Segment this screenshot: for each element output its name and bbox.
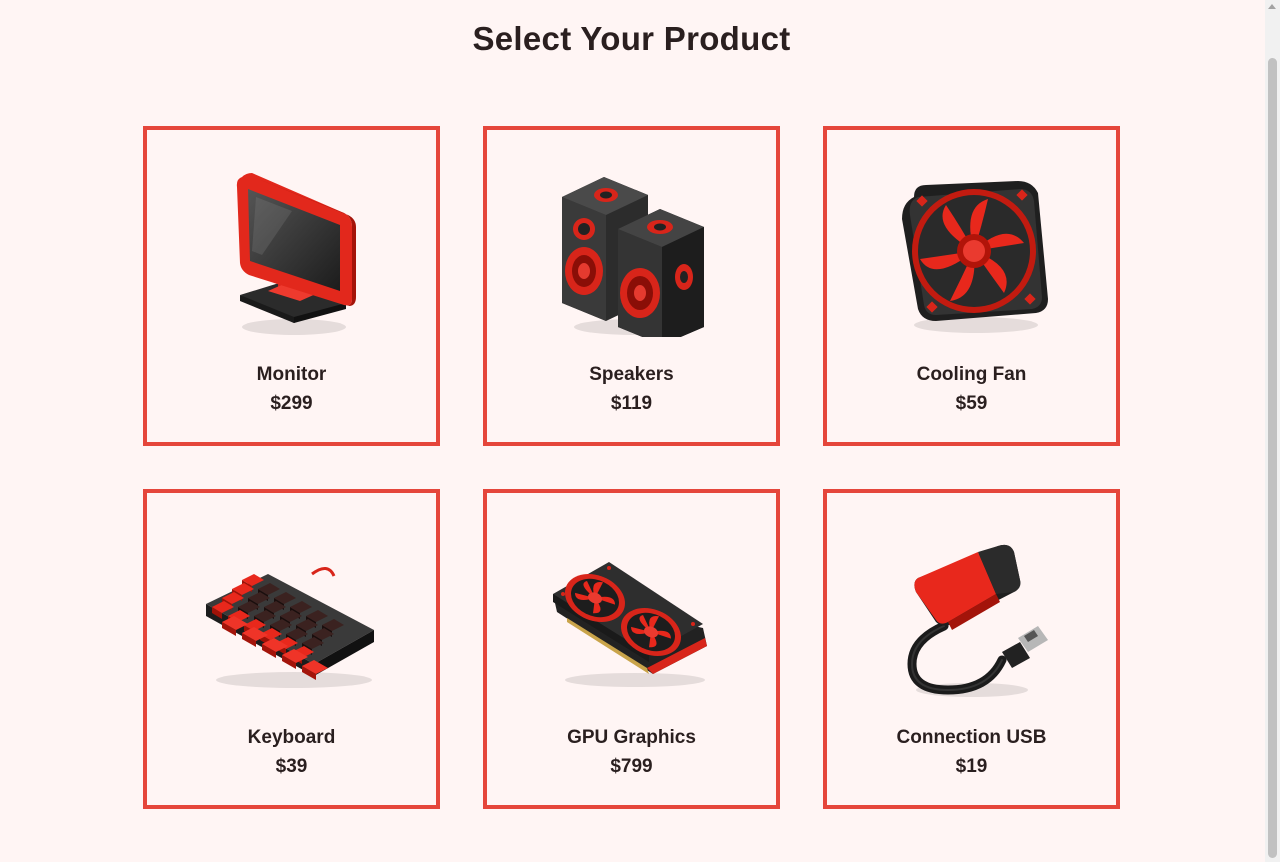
gpu-icon <box>487 525 776 705</box>
usb-cable-icon <box>827 525 1116 705</box>
product-name: Cooling Fan <box>916 364 1027 385</box>
scroll-up-arrow-icon[interactable] <box>1268 4 1276 9</box>
product-card-connection-usb[interactable]: Connection USB $19 <box>823 489 1120 809</box>
product-name: Speakers <box>589 364 674 385</box>
product-price: $59 <box>955 393 988 414</box>
scrollbar-thumb[interactable] <box>1268 58 1277 858</box>
keyboard-icon <box>147 525 436 705</box>
product-card-keyboard[interactable]: Keyboard $39 <box>143 489 440 809</box>
product-name: Monitor <box>256 364 327 385</box>
cooling-fan-icon <box>827 162 1116 342</box>
monitor-icon <box>147 162 436 342</box>
product-price: $299 <box>270 393 313 414</box>
product-name: Keyboard <box>247 727 336 748</box>
page: Select Your Product Monitor $299 Speaker… <box>0 0 1265 862</box>
product-name: Connection USB <box>896 727 1047 748</box>
product-card-monitor[interactable]: Monitor $299 <box>143 126 440 446</box>
product-card-cooling-fan[interactable]: Cooling Fan $59 <box>823 126 1120 446</box>
product-card-speakers[interactable]: Speakers $119 <box>483 126 780 446</box>
product-price: $39 <box>275 756 308 777</box>
product-price: $19 <box>955 756 988 777</box>
product-name: GPU Graphics <box>567 727 696 748</box>
page-title: Select Your Product <box>472 20 791 57</box>
vertical-scrollbar[interactable] <box>1265 0 1280 862</box>
product-price: $119 <box>610 393 653 414</box>
speakers-icon <box>487 162 776 342</box>
product-card-gpu-graphics[interactable]: GPU Graphics $799 <box>483 489 780 809</box>
product-price: $799 <box>610 756 653 777</box>
product-grid: Monitor $299 Speakers $119 Cooling Fan $… <box>143 126 1120 809</box>
